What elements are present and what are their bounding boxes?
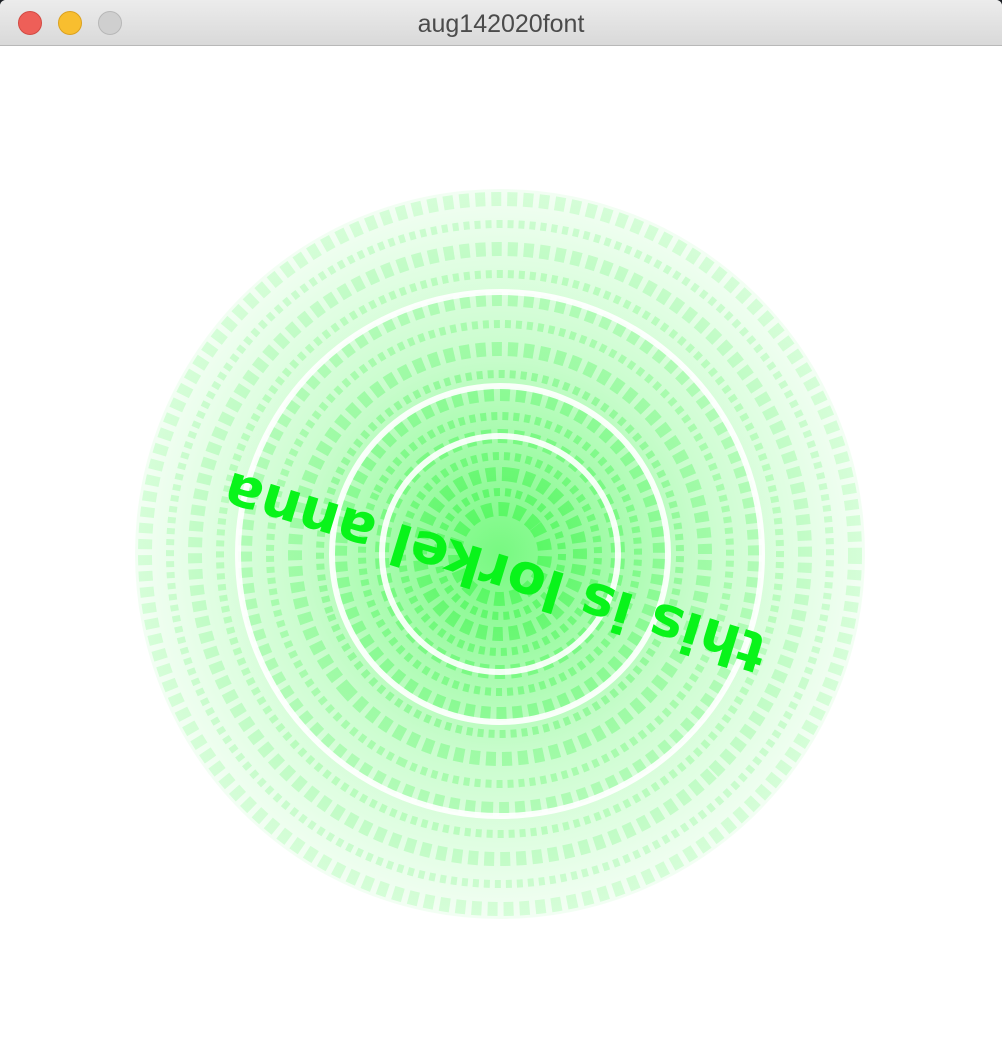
spiral-text-art: this is lorkel anna [135, 189, 865, 919]
app-window: aug142020font this is lorkel anna [0, 0, 1002, 1048]
sketch-canvas[interactable]: this is lorkel anna [0, 46, 1002, 1048]
window-title: aug142020font [417, 10, 585, 38]
title-bar[interactable]: aug142020font [0, 0, 1002, 46]
